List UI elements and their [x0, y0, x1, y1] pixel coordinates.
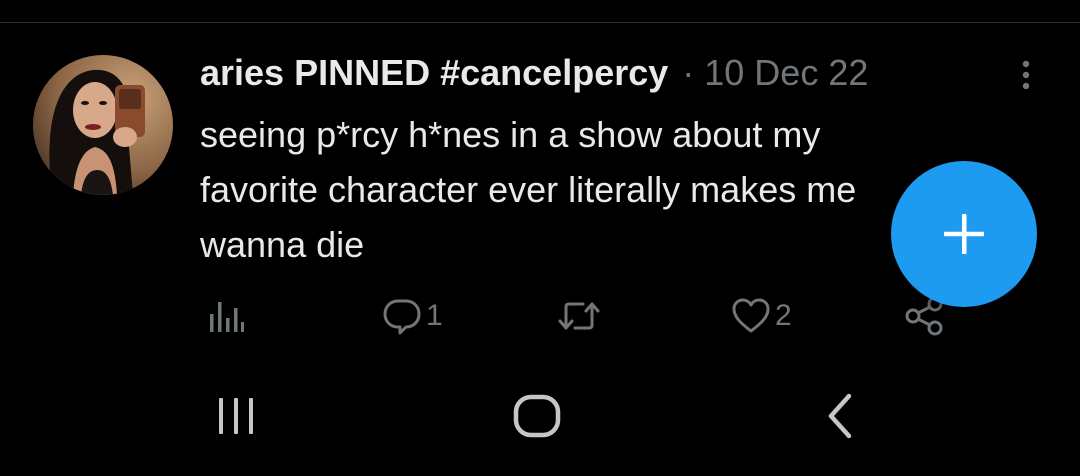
- tweet-header: aries PINNED #cancelpercy · 10 Dec 22: [200, 51, 868, 95]
- retweet-icon: [558, 302, 600, 330]
- back-button[interactable]: [800, 383, 880, 449]
- recents-button[interactable]: [196, 383, 276, 449]
- plus-icon: [944, 214, 984, 254]
- separator-dot: ·: [682, 52, 695, 93]
- analytics-icon: [210, 302, 244, 332]
- vertical-dots-icon[interactable]: [1012, 55, 1040, 95]
- back-icon: [828, 393, 852, 439]
- heart-icon: [732, 298, 770, 333]
- retweet-button[interactable]: [557, 288, 605, 344]
- avatar-photo: [33, 55, 173, 195]
- compose-button[interactable]: [891, 161, 1037, 307]
- recents-icon: [219, 398, 253, 434]
- system-navigation-bar: [0, 355, 1080, 476]
- display-name[interactable]: aries PINNED #cancelpercy: [200, 51, 668, 95]
- reply-button[interactable]: 1: [382, 288, 443, 344]
- avatar[interactable]: [33, 55, 173, 195]
- reply-icon: [383, 299, 421, 335]
- tweet-text: seeing p*rcy h*nes in a show about my fa…: [200, 114, 857, 265]
- views-button[interactable]: [207, 288, 249, 344]
- reply-count: 1: [426, 299, 443, 332]
- like-count: 2: [775, 299, 792, 332]
- home-button[interactable]: [497, 383, 577, 449]
- tweet-actions: 1 2: [0, 288, 1080, 344]
- home-icon: [513, 394, 561, 438]
- like-button[interactable]: 2: [731, 288, 792, 344]
- timestamp[interactable]: 10 Dec 22: [704, 51, 868, 95]
